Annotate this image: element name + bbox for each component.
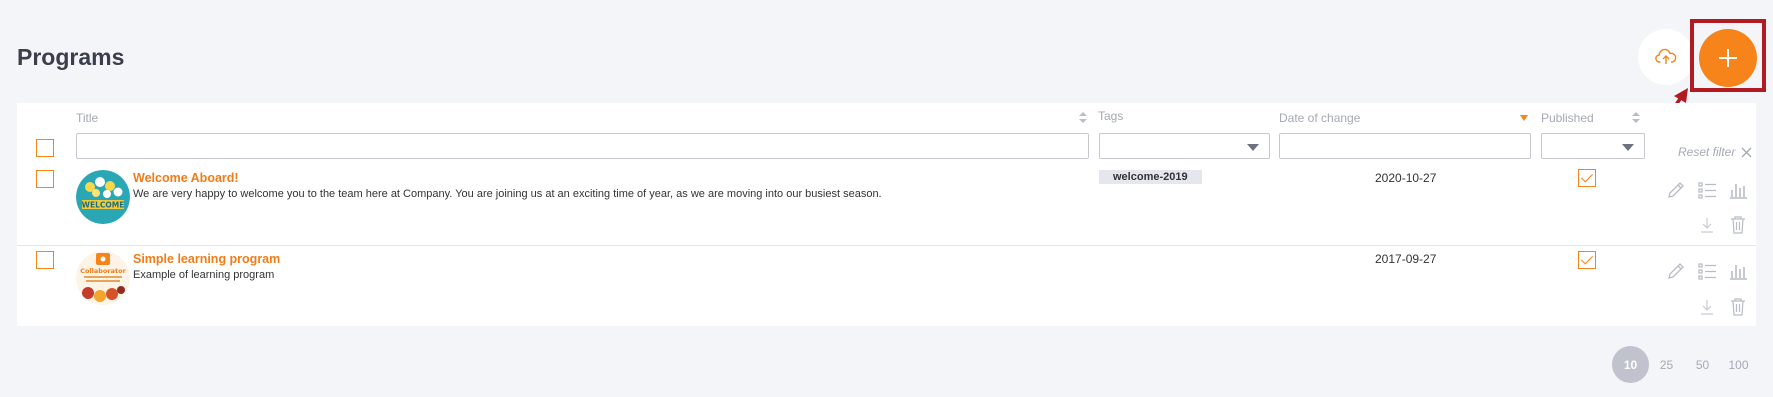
chevron-down-icon: [1622, 144, 1634, 151]
tag-badge[interactable]: welcome-2019: [1099, 170, 1202, 184]
sort-icon[interactable]: [1632, 112, 1640, 123]
thumb-text: WELCOME: [82, 201, 125, 210]
download-icon[interactable]: [1698, 216, 1716, 234]
program-thumbnail[interactable]: WELCOME: [76, 170, 130, 224]
column-header-title[interactable]: Title: [76, 111, 98, 125]
published-filter-select[interactable]: [1541, 133, 1645, 159]
select-all-checkbox[interactable]: [36, 139, 54, 157]
row-title-link[interactable]: Simple learning program: [133, 252, 280, 266]
cloud-upload-icon: [1655, 48, 1677, 64]
row-description: Example of learning program: [133, 269, 275, 281]
column-header-date[interactable]: Date of change: [1279, 111, 1360, 125]
column-header-tags[interactable]: Tags: [1098, 109, 1123, 123]
list-icon[interactable]: [1697, 180, 1717, 200]
row-date: 2020-10-27: [1375, 171, 1437, 185]
published-checkbox[interactable]: [1578, 169, 1596, 187]
upload-button[interactable]: [1638, 29, 1694, 85]
list-icon[interactable]: [1697, 261, 1717, 281]
title-filter-input[interactable]: [76, 133, 1089, 159]
page-size-10[interactable]: 10: [1612, 346, 1649, 383]
tags-filter-select[interactable]: [1099, 133, 1270, 159]
page-size-100[interactable]: 100: [1720, 346, 1757, 383]
reset-filter-label: Reset filter: [1678, 145, 1736, 159]
program-thumbnail[interactable]: Collaborator: [76, 251, 130, 305]
statistics-icon[interactable]: [1728, 180, 1748, 200]
highlight-annotation: [1690, 19, 1766, 92]
thumb-text: Collaborator: [80, 267, 126, 275]
edit-pencil-icon[interactable]: [1666, 180, 1686, 200]
date-filter-input[interactable]: [1279, 133, 1531, 159]
trash-icon[interactable]: [1729, 215, 1747, 235]
chevron-down-icon: [1247, 144, 1259, 151]
statistics-icon[interactable]: [1728, 261, 1748, 281]
row-checkbox[interactable]: [36, 251, 54, 269]
column-header-published[interactable]: Published: [1541, 111, 1594, 125]
reset-filter-link[interactable]: Reset filter: [1678, 145, 1752, 159]
edit-pencil-icon[interactable]: [1666, 261, 1686, 281]
row-divider: [17, 245, 1756, 246]
published-checkbox[interactable]: [1578, 251, 1596, 269]
row-description: We are very happy to welcome you to the …: [133, 188, 882, 200]
row-title-link[interactable]: Welcome Aboard!: [133, 171, 239, 185]
sort-icon[interactable]: [1079, 112, 1087, 123]
sort-desc-icon[interactable]: [1520, 115, 1528, 121]
page-size-25[interactable]: 25: [1648, 346, 1685, 383]
row-checkbox[interactable]: [36, 170, 54, 188]
row-date: 2017-09-27: [1375, 252, 1437, 266]
download-icon[interactable]: [1698, 298, 1716, 316]
trash-icon[interactable]: [1729, 297, 1747, 317]
close-icon: [1741, 147, 1752, 157]
page-size-50[interactable]: 50: [1684, 346, 1721, 383]
page-title: Programs: [17, 44, 125, 70]
